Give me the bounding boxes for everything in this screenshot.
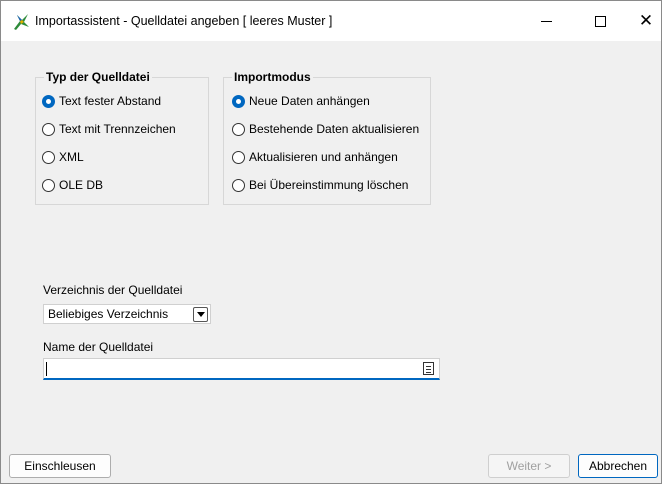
radio-update-and-append[interactable]: Aktualisieren und anhängen [232, 150, 398, 164]
radio-label: Neue Daten anhängen [249, 94, 370, 108]
import-wizard-window: Importassistent - Quelldatei angeben [ l… [0, 0, 662, 484]
source-type-group: Typ der Quelldatei Text fester Abstand T… [35, 70, 209, 205]
filename-input[interactable] [43, 358, 440, 380]
radio-text-fixed-width[interactable]: Text fester Abstand [42, 94, 161, 108]
radio-indicator[interactable] [42, 122, 55, 136]
radio-label: Bei Übereinstimmung löschen [249, 178, 409, 192]
radio-label: XML [59, 150, 84, 164]
title-bar: Importassistent - Quelldatei angeben [ l… [1, 1, 661, 41]
radio-indicator[interactable] [232, 122, 245, 136]
radio-ole-db[interactable]: OLE DB [42, 178, 103, 192]
dropdown-arrow-icon[interactable] [193, 306, 208, 322]
next-button[interactable]: Weiter > [488, 454, 570, 478]
maximize-button[interactable] [577, 1, 623, 41]
radio-indicator[interactable] [232, 150, 245, 164]
radio-indicator[interactable] [232, 94, 245, 108]
app-icon [14, 14, 29, 30]
radio-label: Text mit Trennzeichen [59, 122, 176, 136]
einschleusen-label: Einschleusen [24, 459, 96, 473]
close-icon: ✕ [638, 10, 654, 31]
radio-text-delimited[interactable]: Text mit Trennzeichen [42, 122, 176, 136]
import-mode-group: Importmodus Neue Daten anhängen Bestehen… [223, 70, 431, 205]
directory-select-value: Beliebiges Verzeichnis [48, 307, 169, 321]
directory-select[interactable]: Beliebiges Verzeichnis [43, 304, 211, 324]
radio-label: OLE DB [59, 178, 104, 192]
radio-indicator[interactable] [42, 94, 55, 108]
directory-label: Verzeichnis der Quelldatei [43, 283, 183, 297]
cancel-label: Abbrechen [588, 459, 648, 473]
minimize-icon [540, 20, 552, 22]
close-button[interactable]: ✕ [623, 1, 662, 41]
einschleusen-button[interactable]: Einschleusen [9, 454, 111, 478]
cancel-button[interactable]: Abbrechen [578, 454, 658, 478]
maximize-icon [594, 15, 606, 27]
radio-indicator[interactable] [232, 178, 245, 192]
source-type-title: Typ der Quelldatei [44, 70, 152, 84]
file-browse-icon[interactable] [423, 362, 434, 375]
radio-delete-on-match[interactable]: Bei Übereinstimmung löschen [232, 178, 408, 192]
radio-label: Text fester Abstand [59, 94, 162, 108]
radio-update-existing[interactable]: Bestehende Daten aktualisieren [232, 122, 419, 136]
next-label: Weiter > [506, 459, 552, 473]
import-mode-title: Importmodus [232, 70, 313, 84]
text-caret [46, 362, 47, 376]
filename-label: Name der Quelldatei [43, 340, 154, 354]
radio-append-new[interactable]: Neue Daten anhängen [232, 94, 370, 108]
radio-xml[interactable]: XML [42, 150, 84, 164]
minimize-button[interactable] [523, 1, 569, 41]
radio-indicator[interactable] [42, 178, 55, 192]
radio-label: Bestehende Daten aktualisieren [249, 122, 420, 136]
window-title: Importassistent - Quelldatei angeben [ l… [35, 14, 333, 28]
radio-indicator[interactable] [42, 150, 55, 164]
radio-label: Aktualisieren und anhängen [249, 150, 398, 164]
